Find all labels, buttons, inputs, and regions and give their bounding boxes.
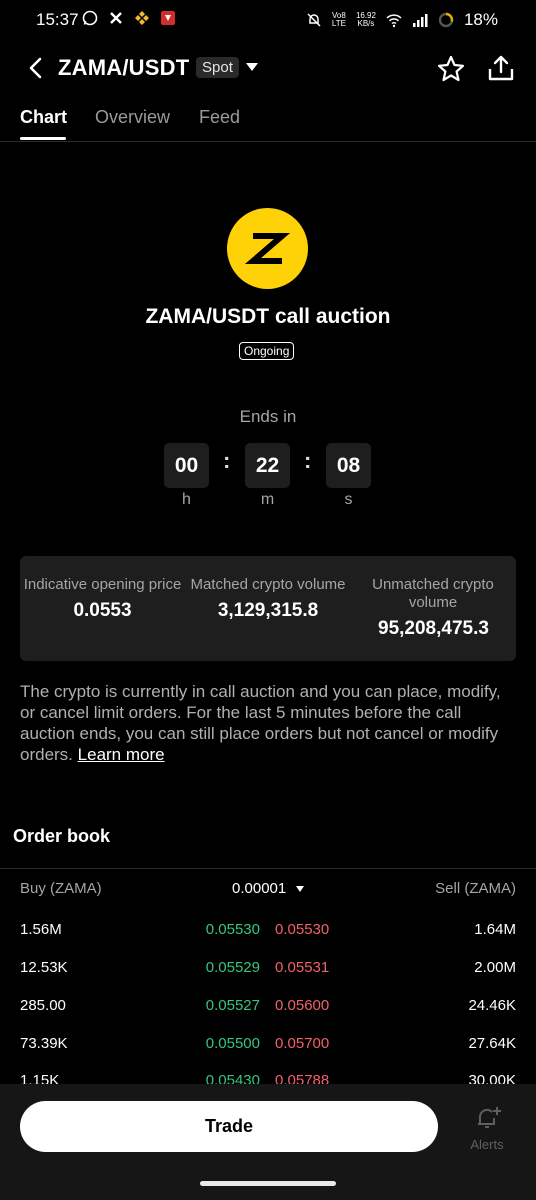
sell-price: 0.05530 xyxy=(275,921,330,938)
buy-price: 0.05527 xyxy=(205,997,260,1014)
sell-quantity: 27.64K xyxy=(468,1035,516,1052)
minutes-unit: m xyxy=(260,491,275,508)
order-book-row[interactable]: 285.00 0.05527 0.05600 24.46K xyxy=(0,997,536,1035)
buy-price: 0.05529 xyxy=(205,959,260,976)
system-icons: Vo8 LTE 16.92 KB/s 18% xyxy=(306,10,498,30)
bell-plus-icon[interactable] xyxy=(474,1104,502,1132)
buy-quantity: 73.39K xyxy=(20,1035,68,1052)
tab-overview[interactable]: Overview xyxy=(95,107,170,128)
countdown-seconds: 08 xyxy=(326,443,371,488)
home-indicator[interactable] xyxy=(200,1181,336,1186)
sell-quantity: 1.64M xyxy=(474,921,516,938)
whatsapp-icon xyxy=(82,10,98,26)
sell-column-header: Sell (ZAMA) xyxy=(435,880,516,897)
precision-caret-icon[interactable] xyxy=(296,886,304,892)
battery-percent: 18% xyxy=(463,10,498,29)
binance-icon xyxy=(135,11,149,25)
stat-label-opening-price: Indicative opening price xyxy=(23,576,182,593)
sell-price: 0.05700 xyxy=(275,1035,330,1052)
signal-icon xyxy=(412,14,428,27)
stat-value-unmatched-volume: 95,208,475.3 xyxy=(378,618,489,639)
active-tab-indicator xyxy=(20,137,66,140)
sell-price: 0.05531 xyxy=(275,959,330,976)
countdown-separator: : xyxy=(304,448,312,473)
zama-logo xyxy=(227,208,308,289)
precision-select[interactable]: 0.00001 xyxy=(232,880,286,897)
buy-quantity: 1.56M xyxy=(20,921,62,938)
back-arrow-icon[interactable] xyxy=(22,52,52,84)
tab-chart[interactable]: Chart xyxy=(20,107,67,128)
stat-label-matched-volume: Matched crypto volume xyxy=(190,576,346,593)
sell-price: 0.05600 xyxy=(275,997,330,1014)
mute-bell-icon xyxy=(307,13,321,27)
tab-divider xyxy=(0,141,536,142)
order-book-row[interactable]: 73.39K 0.05500 0.05700 27.64K xyxy=(0,1035,536,1073)
stat-value-matched-volume: 3,129,315.8 xyxy=(217,600,319,621)
network-type: Vo8 LTE xyxy=(331,11,346,28)
seconds-unit: s xyxy=(344,491,353,508)
status-badge: Ongoing xyxy=(239,342,295,360)
pair-dropdown-caret-icon[interactable] xyxy=(246,63,258,71)
order-book-divider xyxy=(0,868,536,869)
countdown-separator: : xyxy=(223,448,231,473)
buy-quantity: 285.00 xyxy=(20,997,66,1014)
status-time: 15:37 xyxy=(36,10,79,29)
sell-quantity: 2.00M xyxy=(474,959,516,976)
app-notification-icon xyxy=(161,11,175,25)
countdown-hours: 00 xyxy=(164,443,209,488)
pair-title[interactable]: ZAMA/USDT xyxy=(58,55,189,81)
market-type-badge: Spot xyxy=(196,57,239,78)
zama-z-icon xyxy=(244,233,291,264)
buy-price: 0.05530 xyxy=(205,921,260,938)
buy-column-header: Buy (ZAMA) xyxy=(20,880,102,897)
hours-unit: h xyxy=(182,491,191,508)
sell-quantity: 24.46K xyxy=(468,997,516,1014)
stat-value-opening-price: 0.0553 xyxy=(73,600,132,621)
learn-more-link[interactable]: Learn more xyxy=(78,745,165,764)
share-icon[interactable] xyxy=(486,53,516,83)
alerts-label[interactable]: Alerts xyxy=(462,1137,512,1152)
ends-in-label: Ends in xyxy=(239,407,297,426)
star-icon[interactable] xyxy=(436,54,466,84)
auction-description: The crypto is currently in call auction … xyxy=(20,681,520,765)
battery-ring-icon xyxy=(438,12,454,28)
trade-button[interactable]: Trade xyxy=(20,1101,438,1152)
notification-icons xyxy=(82,10,176,26)
tab-feed[interactable]: Feed xyxy=(199,107,240,128)
status-bar: 15:37 Vo8 LTE 16.92 KB/s 18% xyxy=(0,0,536,40)
countdown-minutes: 22 xyxy=(245,443,290,488)
order-book-row[interactable]: 12.53K 0.05529 0.05531 2.00M xyxy=(0,959,536,997)
network-speed: 16.92 KB/s xyxy=(355,11,376,28)
buy-quantity: 12.53K xyxy=(20,959,68,976)
stat-label-unmatched-volume: Unmatched crypto volume xyxy=(372,576,494,611)
buy-price: 0.05500 xyxy=(205,1035,260,1052)
auction-title: ZAMA/USDT call auction xyxy=(145,305,391,328)
order-book-title: Order book xyxy=(13,826,111,846)
crossed-tools-icon xyxy=(110,12,122,24)
wifi-icon xyxy=(386,14,402,28)
order-book-row[interactable]: 1.56M 0.05530 0.05530 1.64M xyxy=(0,921,536,959)
